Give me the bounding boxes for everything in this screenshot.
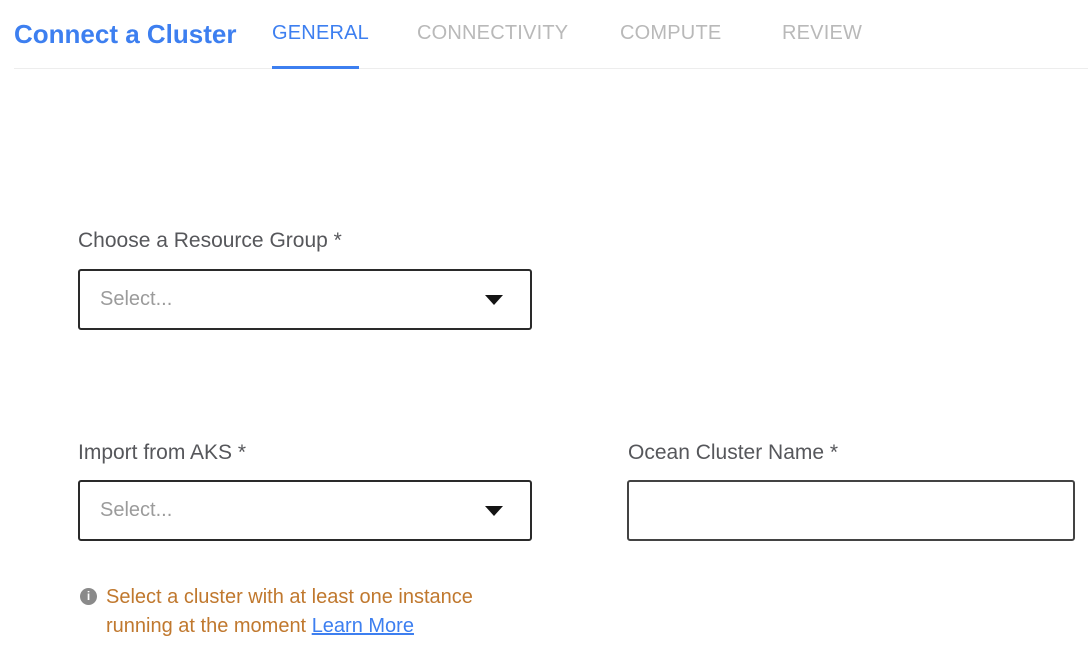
active-tab-underline	[272, 66, 359, 69]
info-icon: i	[80, 588, 97, 605]
chevron-down-icon	[485, 295, 503, 305]
header-divider	[14, 68, 1088, 69]
info-note: i Select a cluster with at least one ins…	[80, 583, 478, 641]
ocean-cluster-name-input[interactable]	[627, 480, 1075, 541]
tab-review[interactable]: REVIEW	[782, 22, 862, 45]
import-aks-placeholder: Select...	[100, 499, 172, 522]
tab-compute[interactable]: COMPUTE	[620, 22, 721, 45]
ocean-cluster-name-label: Ocean Cluster Name *	[628, 441, 838, 465]
chevron-down-icon	[485, 506, 503, 516]
learn-more-link[interactable]: Learn More	[312, 615, 414, 637]
page-title: Connect a Cluster	[14, 19, 237, 50]
tab-connectivity[interactable]: CONNECTIVITY	[417, 22, 568, 45]
resource-group-label: Choose a Resource Group *	[78, 229, 342, 253]
resource-group-placeholder: Select...	[100, 288, 172, 311]
import-aks-select[interactable]: Select...	[78, 480, 532, 541]
resource-group-select[interactable]: Select...	[78, 269, 532, 330]
info-note-message: Select a cluster with at least one insta…	[106, 586, 473, 637]
connect-cluster-wizard: Connect a Cluster GENERAL CONNECTIVITY C…	[0, 0, 1088, 654]
import-aks-label: Import from AKS *	[78, 441, 246, 465]
info-note-text: Select a cluster with at least one insta…	[106, 583, 478, 641]
tab-general[interactable]: GENERAL	[272, 22, 369, 45]
